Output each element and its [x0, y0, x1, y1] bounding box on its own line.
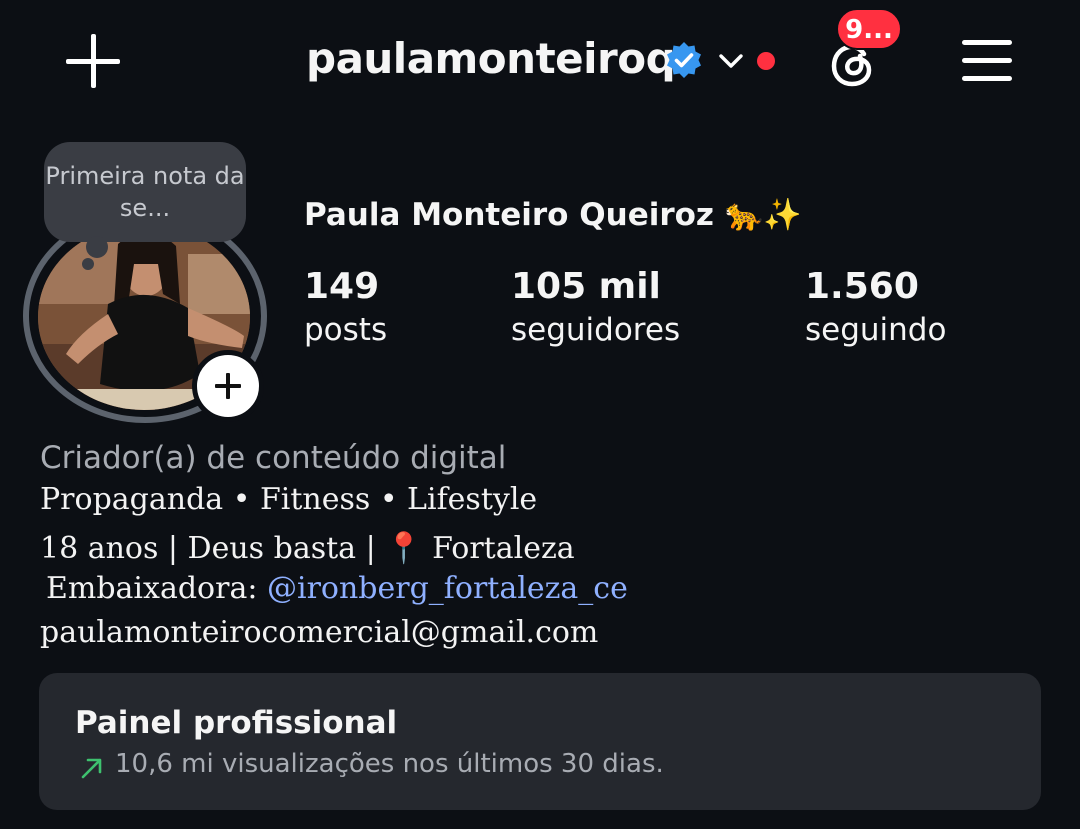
bio-line-2: 18 anos | Deus basta | 📍 Fortaleza: [40, 531, 575, 566]
profile-username[interactable]: paulamonteiroq: [306, 34, 676, 83]
following-count[interactable]: 1.560: [805, 266, 919, 307]
hamburger-menu-icon[interactable]: [962, 38, 1012, 82]
followers-count[interactable]: 105 mil: [511, 266, 661, 307]
posts-label[interactable]: posts: [304, 312, 387, 348]
note-bubble[interactable]: Primeira nota da se...: [44, 142, 246, 242]
bio-line-1: Propaganda • Fitness • Lifestyle: [40, 482, 538, 517]
bio-email[interactable]: paulamonteirocomercial@gmail.com: [40, 615, 598, 650]
note-bubble-tail: [82, 258, 94, 270]
posts-count[interactable]: 149: [304, 266, 379, 307]
followers-label[interactable]: seguidores: [511, 312, 680, 348]
profile-category: Criador(a) de conteúdo digital: [40, 440, 507, 476]
add-story-button[interactable]: [192, 350, 264, 422]
panel-title: Painel profissional: [75, 705, 398, 741]
panel-subtitle: 10,6 mi visualizações nos últimos 30 dia…: [115, 749, 664, 779]
bio-line-3-prefix: Embaixadora:: [46, 571, 267, 606]
verified-badge-icon: [667, 42, 701, 78]
profile-full-name: Paula Monteiro Queiroz 🐆✨: [304, 197, 802, 233]
notification-badge[interactable]: 9...: [836, 8, 902, 50]
following-label[interactable]: seguindo: [805, 312, 946, 348]
note-bubble-tail: [86, 236, 108, 258]
chevron-down-icon[interactable]: [716, 46, 746, 76]
create-plus-icon[interactable]: [66, 34, 120, 88]
professional-dashboard-card[interactable]: Painel profissional 10,6 mi visualizaçõe…: [39, 673, 1041, 810]
trend-arrow-up-icon: [81, 758, 102, 779]
bio-line-3: Embaixadora: @ironberg_fortaleza_ce: [46, 571, 628, 606]
ambassador-link[interactable]: @ironberg_fortaleza_ce: [267, 571, 628, 606]
unread-dot: [757, 52, 775, 70]
